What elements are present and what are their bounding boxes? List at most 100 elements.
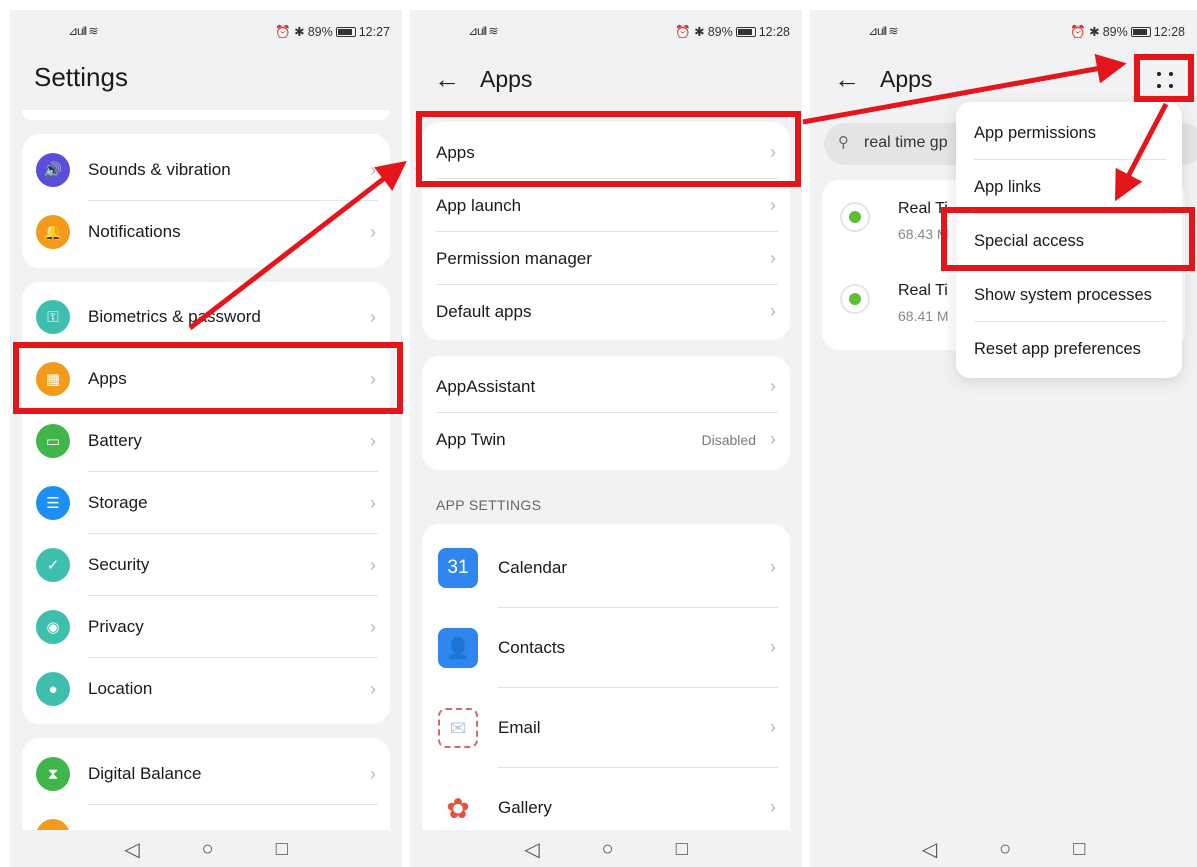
apps-item-apps[interactable]: Apps › [422,126,790,179]
apps-item-default-apps[interactable]: Default apps › [422,285,790,338]
settings-item-security[interactable]: ✓ Security › [22,534,390,596]
back-arrow-icon[interactable]: ← [434,66,460,92]
apps-item-app-twin[interactable]: App Twin Disabled › [422,413,790,466]
more-options-icon[interactable] [1155,70,1175,90]
chevron-right-icon: › [370,430,376,451]
scrolled-card-edge [22,110,390,120]
settings-item-privacy[interactable]: ◉ Privacy › [22,596,390,658]
apps-menu-screen: ⊿ull ≋ ⏰ ✱ 89% 12:28 ← Apps ⚲ real time … [810,10,1197,867]
alarm-bluetooth-icons: ⏰ ✱ [675,25,705,39]
apps-grid-icon: ▦ [36,362,70,396]
menu-label: App links [974,178,1041,196]
chevron-right-icon: › [770,717,776,737]
chevron-right-icon: › [770,301,776,321]
app-twin-status: Disabled [701,431,756,448]
menu-item-app-links[interactable]: App links [956,160,1182,214]
settings-screen: ⊿ull ≋ ⏰ ✱ 89% 12:27 Settings 🔊 Sounds &… [10,10,402,867]
item-label: Apps [436,142,475,162]
apps-item-appassistant[interactable]: AppAssistant › [422,360,790,413]
item-label: Apps [88,369,127,388]
section-header: APP SETTINGS [436,497,542,513]
back-arrow-icon[interactable]: ← [834,66,860,92]
menu-item-app-permissions[interactable]: App permissions [956,106,1182,160]
app-name: Real Ti [898,282,948,299]
clock: 12:28 [758,25,790,39]
chevron-right-icon: › [370,159,376,180]
hourglass-icon: ⧗ [36,757,70,791]
chevron-right-icon: › [770,195,776,215]
page-title: Apps [880,66,933,92]
signal-icon: ⊿ull ≋ [868,24,898,38]
settings-item-biometrics[interactable]: ⚿ Biometrics & password › [22,286,390,348]
overflow-menu: App permissions App links Special access… [956,102,1182,378]
nav-back-icon[interactable]: ◁ [124,837,139,862]
calendar-icon: 31 [438,548,478,588]
menu-item-special-access[interactable]: Special access [956,214,1182,268]
menu-label: Special access [974,232,1085,250]
alarm-bluetooth-icons: ⏰ ✱ [1070,25,1100,39]
apps-card-1: Apps › App launch › Permission manager ›… [422,122,790,340]
menu-label: App permissions [974,124,1096,142]
nav-home-icon[interactable]: ○ [999,838,1011,861]
battery-percent: 89% [1102,25,1128,39]
chevron-right-icon: › [370,306,376,327]
page-title: Apps [480,66,533,92]
item-label: App launch [436,195,522,215]
apps-item-app-launch[interactable]: App launch › [422,179,790,232]
search-icon: ⚲ [838,134,849,151]
apps-screen: ⊿ull ≋ ⏰ ✱ 89% 12:28 ← Apps Apps › App l… [410,10,802,867]
status-bar: ⊿ull ≋ ⏰ ✱ 89% 12:28 [810,10,1197,54]
settings-item-apps[interactable]: ▦ Apps › [22,348,390,410]
status-bar: ⊿ull ≋ ⏰ ✱ 89% 12:27 [10,10,402,54]
settings-item-notifications[interactable]: 🔔 Notifications › [22,201,390,263]
battery-icon [1130,27,1151,37]
chevron-right-icon: › [370,492,376,513]
item-label: Default apps [436,301,532,321]
gallery-icon: ✿ [438,788,478,828]
menu-item-show-system-processes[interactable]: Show system processes [956,268,1182,322]
item-label: Permission manager [436,248,592,268]
app-row-email[interactable]: ✉ Email › [422,688,790,768]
gps-app-icon [840,284,870,314]
speaker-icon: 🔊 [36,153,70,187]
bell-icon: 🔔 [36,215,70,249]
battery-percent: 89% [707,25,733,39]
nav-back-icon[interactable]: ◁ [922,837,937,862]
item-label: Email [498,718,541,737]
item-label: App Twin [436,429,506,449]
nav-recent-icon[interactable]: □ [676,838,688,861]
settings-item-sounds[interactable]: 🔊 Sounds & vibration › [22,139,390,201]
item-label: Location [88,679,153,698]
app-settings-card: 31 Calendar › 👤 Contacts › ✉ Email › ✿ G… [422,524,790,864]
item-label: Digital Balance [88,764,202,783]
nav-home-icon[interactable]: ○ [202,838,214,861]
nav-back-icon[interactable]: ◁ [524,837,539,862]
item-label: Gallery [498,798,552,817]
location-pin-icon: ● [36,672,70,706]
app-row-contacts[interactable]: 👤 Contacts › [422,608,790,688]
item-label: Sounds & vibration [88,160,231,179]
item-label: Privacy [88,617,144,636]
search-value: real time gp [864,134,948,151]
status-bar: ⊿ull ≋ ⏰ ✱ 89% 12:28 [410,10,802,54]
settings-item-location[interactable]: ● Location › [22,658,390,720]
storage-icon: ☰ [36,486,70,520]
app-row-calendar[interactable]: 31 Calendar › [422,528,790,608]
apps-item-permission-manager[interactable]: Permission manager › [422,232,790,285]
item-label: Notifications [88,222,181,241]
settings-card-2: ⚿ Biometrics & password › ▦ Apps › ▭ Bat… [22,282,390,724]
nav-recent-icon[interactable]: □ [276,838,288,861]
nav-home-icon[interactable]: ○ [602,838,614,861]
clock: 12:28 [1153,25,1185,39]
chevron-right-icon: › [770,429,776,449]
app-size: 68.41 M [898,308,949,324]
chevron-right-icon: › [770,142,776,162]
item-label: Calendar [498,558,567,577]
app-name: Real Ti [898,200,948,217]
menu-item-reset-app-preferences[interactable]: Reset app preferences [956,322,1182,376]
settings-item-digital-balance[interactable]: ⧗ Digital Balance › [22,743,390,805]
settings-item-storage[interactable]: ☰ Storage › [22,472,390,534]
settings-item-battery[interactable]: ▭ Battery › [22,410,390,472]
item-label: Storage [88,493,148,512]
nav-recent-icon[interactable]: □ [1073,838,1085,861]
